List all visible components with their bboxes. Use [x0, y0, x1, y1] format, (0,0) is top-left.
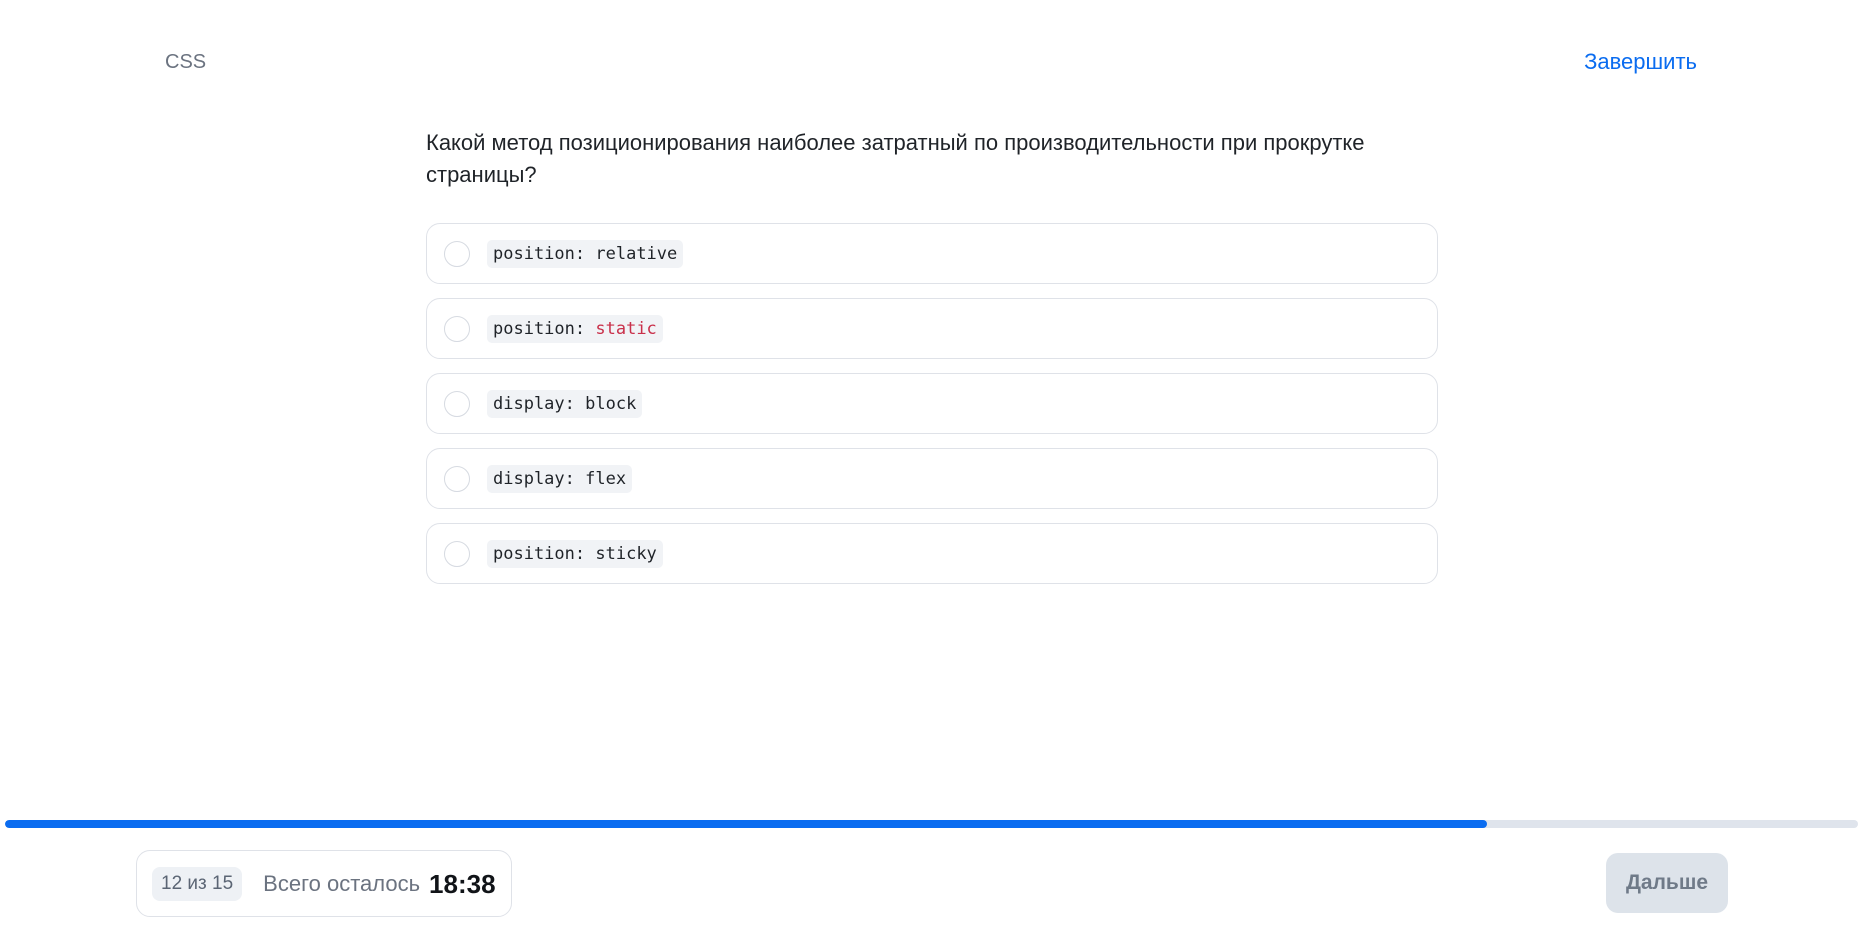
option-value: block: [585, 393, 637, 414]
quiz-status: 12 из 15 Всего осталось 18:38: [136, 850, 512, 917]
option-code: position: static: [487, 314, 663, 343]
time-remaining-label: Всего осталось: [263, 870, 421, 896]
radio-button[interactable]: [444, 465, 470, 492]
option-code: display: flex: [487, 464, 633, 493]
option-code: position: sticky: [487, 539, 663, 568]
option-property: position:: [493, 243, 586, 264]
quiz-page: CSS Завершить Какой метод позиционирован…: [0, 0, 1860, 935]
radio-button[interactable]: [444, 240, 470, 267]
answer-option[interactable]: position: static: [426, 298, 1438, 359]
option-value: static: [595, 318, 657, 339]
option-value: sticky: [595, 543, 657, 564]
topic-label: CSS: [165, 51, 207, 73]
option-property: position:: [493, 543, 586, 564]
finish-link[interactable]: Завершить: [1584, 49, 1697, 75]
answer-option[interactable]: display: flex: [426, 448, 1438, 509]
option-code: display: block: [487, 389, 643, 418]
answer-option[interactable]: position: sticky: [426, 523, 1438, 584]
answer-option[interactable]: position: relative: [426, 223, 1438, 284]
answer-options: position: relative position: static disp…: [426, 223, 1438, 598]
radio-button[interactable]: [444, 390, 470, 417]
option-property: display:: [493, 393, 575, 414]
option-code: position: relative: [487, 239, 684, 268]
radio-button[interactable]: [444, 315, 470, 342]
option-value: flex: [585, 468, 627, 489]
next-button[interactable]: Дальше: [1606, 853, 1728, 913]
answer-option[interactable]: display: block: [426, 373, 1438, 434]
question-text: Какой метод позиционирования наиболее за…: [426, 130, 1365, 187]
option-value: relative: [595, 243, 678, 264]
countdown-timer: 18:38: [429, 868, 496, 899]
option-property: display:: [493, 468, 575, 489]
progress-bar: [5, 820, 1858, 828]
progress-bar-fill: [5, 820, 1488, 828]
option-property: position:: [493, 318, 586, 339]
question-counter-badge: 12 из 15: [152, 866, 243, 901]
radio-button[interactable]: [444, 540, 470, 567]
